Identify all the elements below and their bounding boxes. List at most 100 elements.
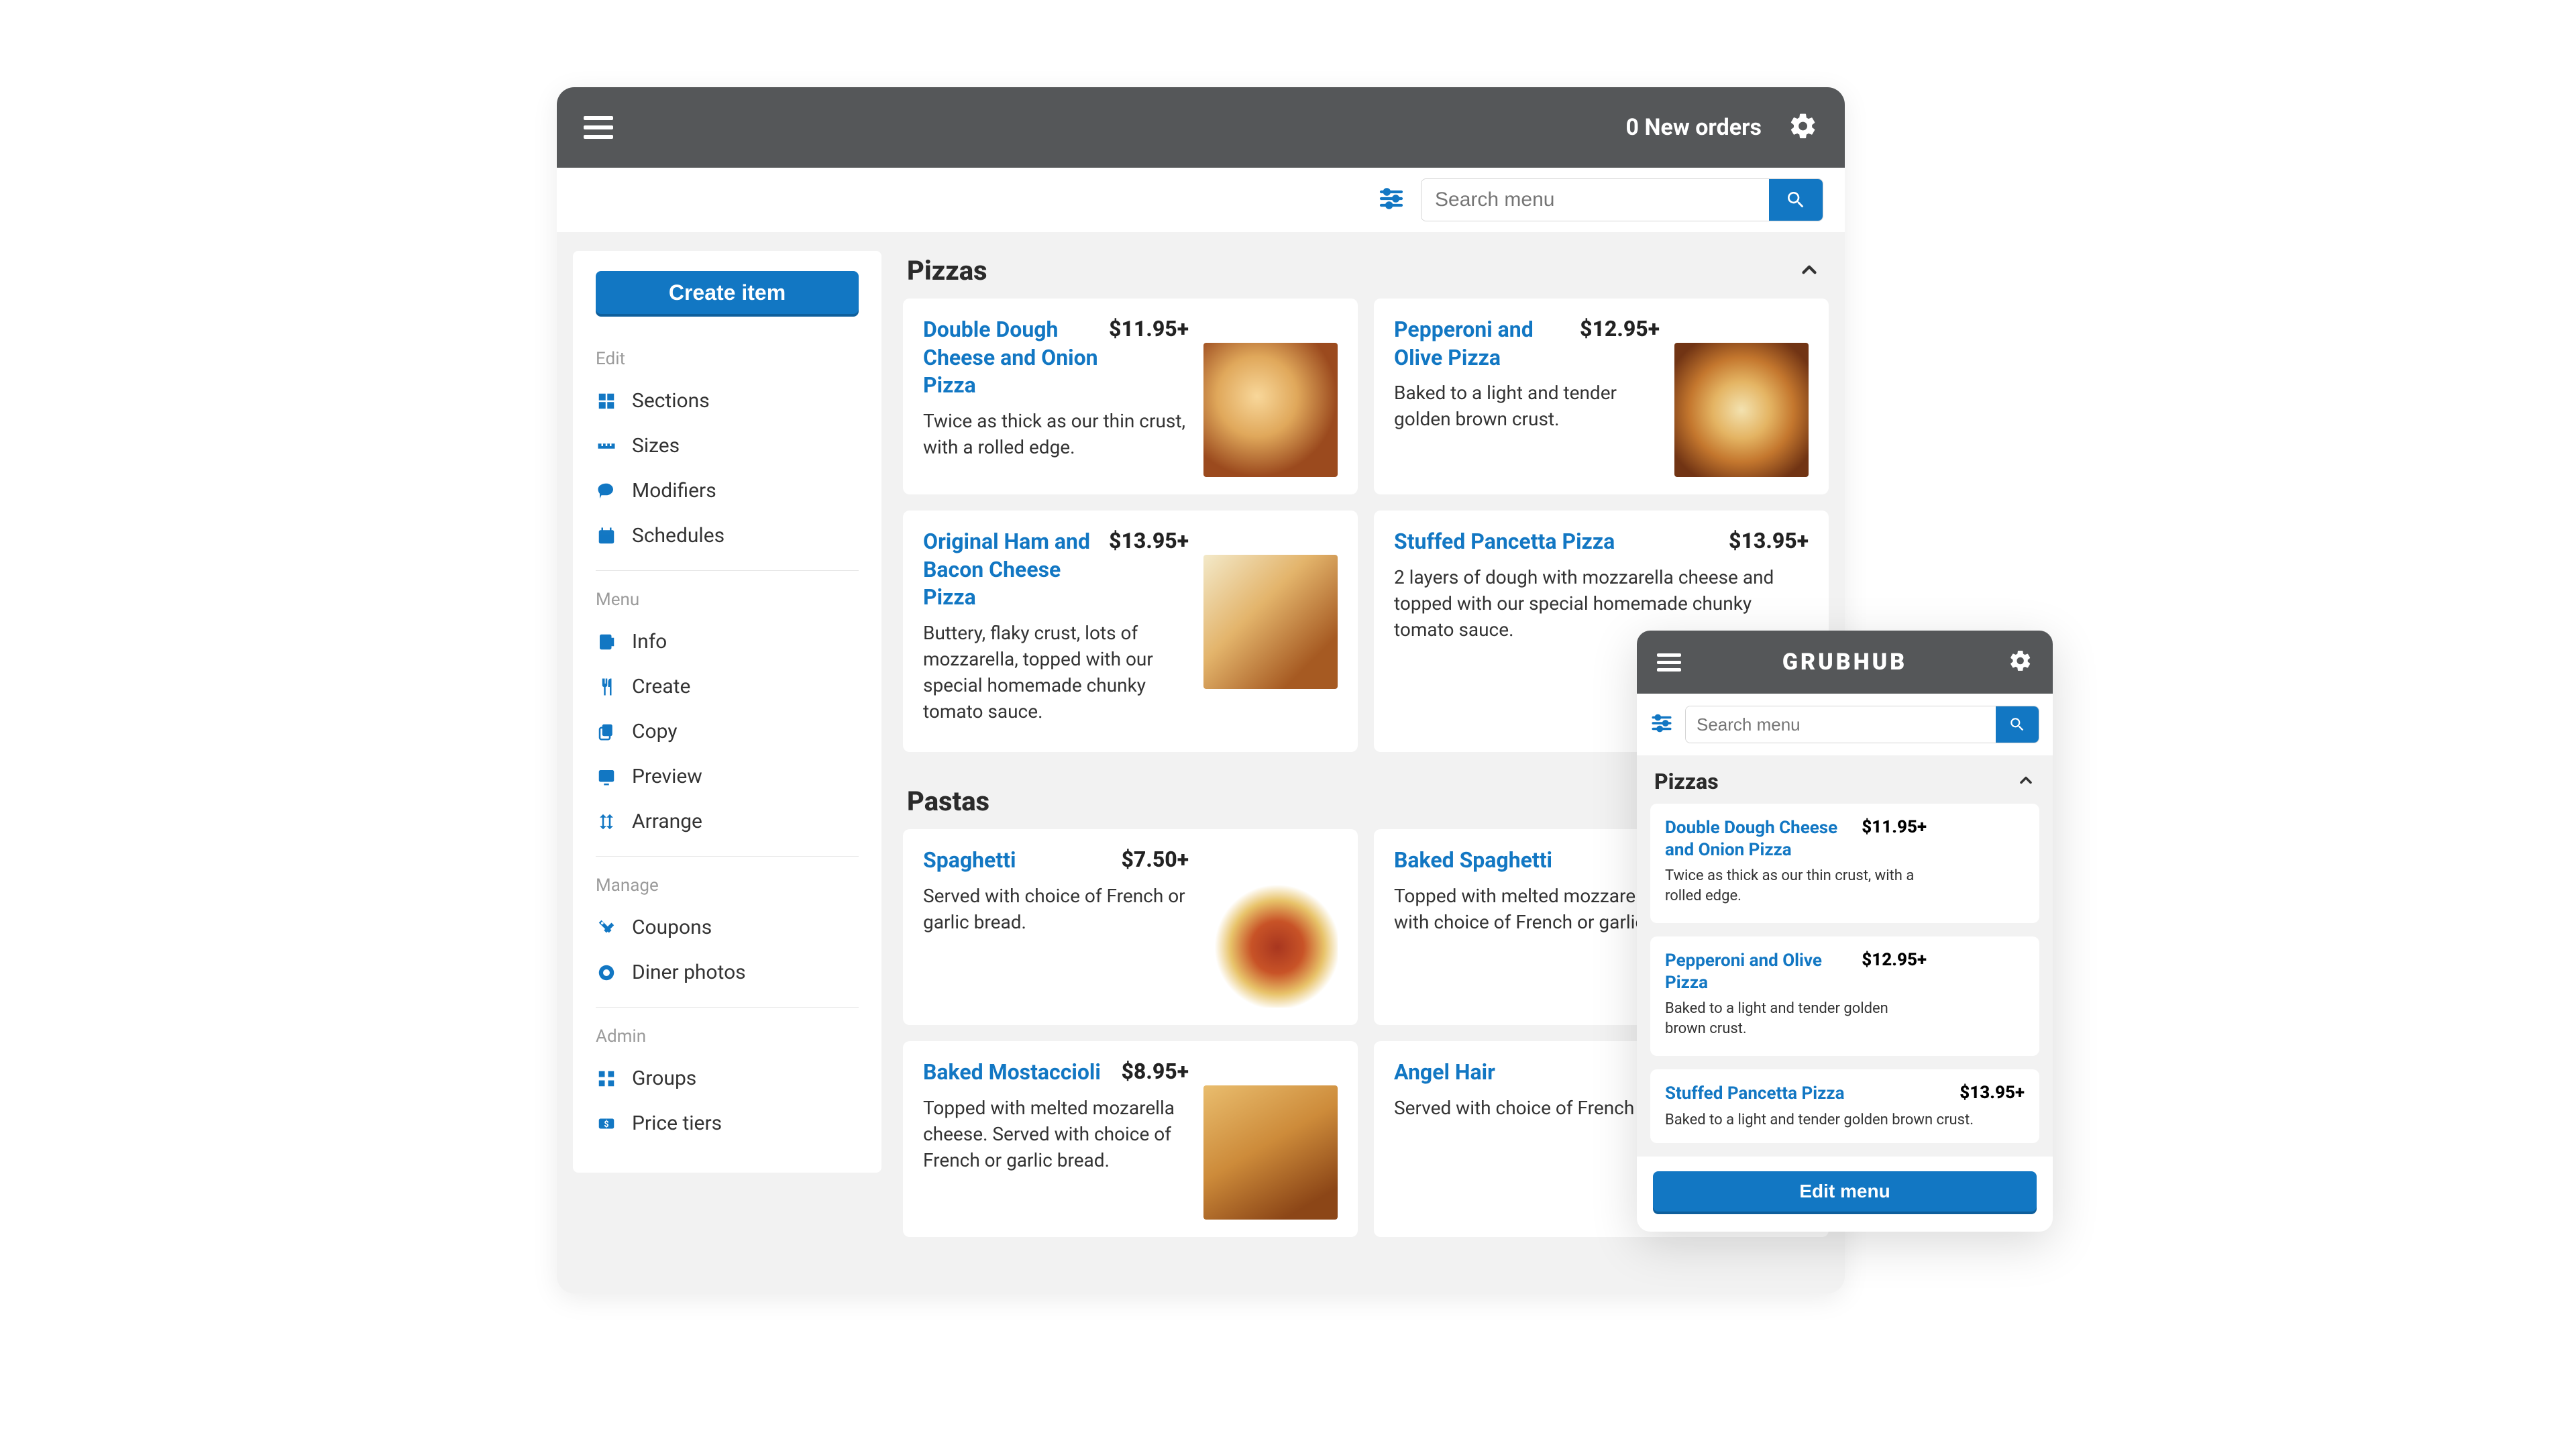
menu-item-desc: Twice as thick as our thin crust, with a…	[923, 408, 1189, 460]
search-toolbar	[557, 168, 1845, 232]
svg-text:$: $	[604, 1120, 608, 1130]
sidebar-item-coupons[interactable]: Coupons	[596, 905, 859, 950]
menu-card[interactable]: Double Dough Cheese and Onion Pizza $11.…	[903, 299, 1358, 494]
mobile-search-group	[1685, 706, 2039, 743]
menu-item-image	[1203, 1085, 1338, 1220]
menu-item-desc: Served with choice of French or garlic b…	[923, 883, 1189, 935]
sidebar-item-diner-photos[interactable]: Diner photos	[596, 950, 859, 995]
side-group-label-admin: Admin	[596, 1026, 859, 1046]
sidebar-item-label: Schedules	[632, 524, 724, 547]
copy-icon	[596, 722, 617, 742]
mobile-section-header: Pizzas	[1637, 755, 2053, 804]
menu-item-title: Angel Hair	[1394, 1059, 1495, 1087]
search-input[interactable]	[1686, 706, 1996, 743]
menu-item-title: Original Ham and Bacon Cheese Pizza	[923, 528, 1098, 612]
modifiers-icon	[596, 481, 617, 501]
sidebar-item-label: Copy	[632, 720, 678, 743]
sidebar-item-create[interactable]: Create	[596, 664, 859, 709]
sidebar-item-modifiers[interactable]: Modifiers	[596, 468, 859, 513]
menu-item-desc: Topped with melted mozarella cheese. Ser…	[923, 1095, 1189, 1174]
tiers-icon: $	[596, 1114, 617, 1134]
search-button[interactable]	[1769, 179, 1823, 221]
menu-card[interactable]: Double Dough Cheese and Onion Pizza $11.…	[1650, 804, 2039, 923]
menu-card[interactable]: Spaghetti $7.50+ Served with choice of F…	[903, 829, 1358, 1025]
edit-menu-button[interactable]: Edit menu	[1653, 1171, 2037, 1212]
sidebar-item-label: Sizes	[632, 434, 680, 458]
filter-icon[interactable]	[1650, 712, 1673, 737]
sidebar-item-arrange[interactable]: Arrange	[596, 799, 859, 844]
sidebar-item-label: Coupons	[632, 916, 712, 939]
menu-item-price: $12.95+	[1580, 316, 1660, 341]
menu-item-price: $12.95+	[1862, 950, 1927, 970]
side-group-label-menu: Menu	[596, 590, 859, 610]
menu-card[interactable]: Original Ham and Bacon Cheese Pizza $13.…	[903, 511, 1358, 752]
sidebar-item-schedules[interactable]: Schedules	[596, 513, 859, 558]
menu-card[interactable]: Baked Mostaccioli $8.95+ Topped with mel…	[903, 1041, 1358, 1237]
side-group-label-manage: Manage	[596, 875, 859, 896]
menu-item-image	[1203, 873, 1338, 1008]
section-title: Pizzas	[1654, 769, 1719, 794]
sidebar-item-label: Arrange	[632, 810, 702, 833]
hamburger-icon[interactable]	[1657, 653, 1681, 672]
sidebar-item-info[interactable]: Info	[596, 619, 859, 664]
sidebar-item-preview[interactable]: Preview	[596, 754, 859, 799]
preview-icon	[596, 767, 617, 787]
menu-item-title: Baked Mostaccioli	[923, 1059, 1101, 1087]
sidebar-item-sections[interactable]: Sections	[596, 378, 859, 423]
menu-item-desc: Buttery, flaky crust, lots of mozzarella…	[923, 620, 1189, 725]
create-item-button[interactable]: Create item	[596, 271, 859, 314]
sidebar-item-label: Info	[632, 630, 667, 653]
sizes-icon	[596, 436, 617, 456]
mobile-app-window: GRUBHUB Pizzas	[1637, 631, 2053, 1232]
menu-item-image	[1937, 955, 2025, 1042]
menu-item-price: $11.95+	[1862, 817, 1927, 837]
sidebar-item-label: Groups	[632, 1067, 696, 1090]
menu-card[interactable]: Stuffed Pancetta Pizza $13.95+ Baked to …	[1650, 1069, 2039, 1143]
sidebar-item-groups[interactable]: Groups	[596, 1056, 859, 1101]
menu-item-price: $11.95+	[1109, 316, 1189, 341]
search-button[interactable]	[1996, 706, 2039, 743]
side-group-label-edit: Edit	[596, 349, 859, 369]
mobile-footer: Edit menu	[1637, 1157, 2053, 1232]
search-group	[1421, 178, 1823, 221]
menu-item-desc: Baked to a light and tender golden brown…	[1665, 1110, 2025, 1130]
sidebar: Create item Edit Sections Sizes Modifier…	[573, 251, 881, 1173]
menu-item-title: Spaghetti	[923, 847, 1016, 875]
new-orders-label[interactable]: 0 New orders	[1626, 114, 1762, 141]
create-icon	[596, 677, 617, 697]
section-header-pizzas: Pizzas	[903, 251, 1829, 299]
gear-icon[interactable]	[1788, 111, 1818, 144]
menu-item-image	[1203, 555, 1338, 689]
menu-item-image	[1674, 343, 1809, 477]
mobile-search-row	[1637, 694, 2053, 755]
search-input[interactable]	[1421, 179, 1769, 221]
sections-icon	[596, 391, 617, 411]
menu-item-desc: Twice as thick as our thin crust, with a…	[1665, 866, 1927, 906]
sidebar-item-sizes[interactable]: Sizes	[596, 423, 859, 468]
photos-icon	[596, 963, 617, 983]
schedules-icon	[596, 526, 617, 546]
gear-icon[interactable]	[2008, 649, 2033, 676]
menu-item-desc: Baked to a light and tender golden brown…	[1665, 999, 1927, 1038]
filter-icon[interactable]	[1378, 185, 1405, 215]
menu-item-title: Double Dough Cheese and Onion Pizza	[1665, 817, 1854, 861]
chevron-up-icon[interactable]	[2017, 771, 2035, 792]
menu-item-title: Double Dough Cheese and Onion Pizza	[923, 316, 1098, 400]
sidebar-item-copy[interactable]: Copy	[596, 709, 859, 754]
hamburger-icon[interactable]	[584, 116, 613, 139]
sidebar-item-price-tiers[interactable]: $ Price tiers	[596, 1101, 859, 1146]
sidebar-item-label: Preview	[632, 765, 702, 788]
menu-card[interactable]: Pepperoni and Olive Pizza $12.95+ Baked …	[1650, 936, 2039, 1056]
groups-icon	[596, 1069, 617, 1089]
sidebar-item-label: Modifiers	[632, 479, 716, 502]
menu-item-image	[1937, 822, 2025, 910]
menu-item-price: $13.95+	[1729, 528, 1809, 553]
brand-logo: GRUBHUB	[1782, 649, 1907, 676]
menu-card[interactable]: Pepperoni and Olive Pizza $12.95+ Baked …	[1374, 299, 1829, 494]
sidebar-item-label: Create	[632, 675, 690, 698]
menu-item-title: Stuffed Pancetta Pizza	[1665, 1083, 1845, 1105]
mobile-topbar: GRUBHUB	[1637, 631, 2053, 694]
info-icon	[596, 632, 617, 652]
menu-item-desc: Baked to a light and tender golden brown…	[1394, 380, 1660, 432]
chevron-up-icon[interactable]	[1798, 258, 1821, 284]
